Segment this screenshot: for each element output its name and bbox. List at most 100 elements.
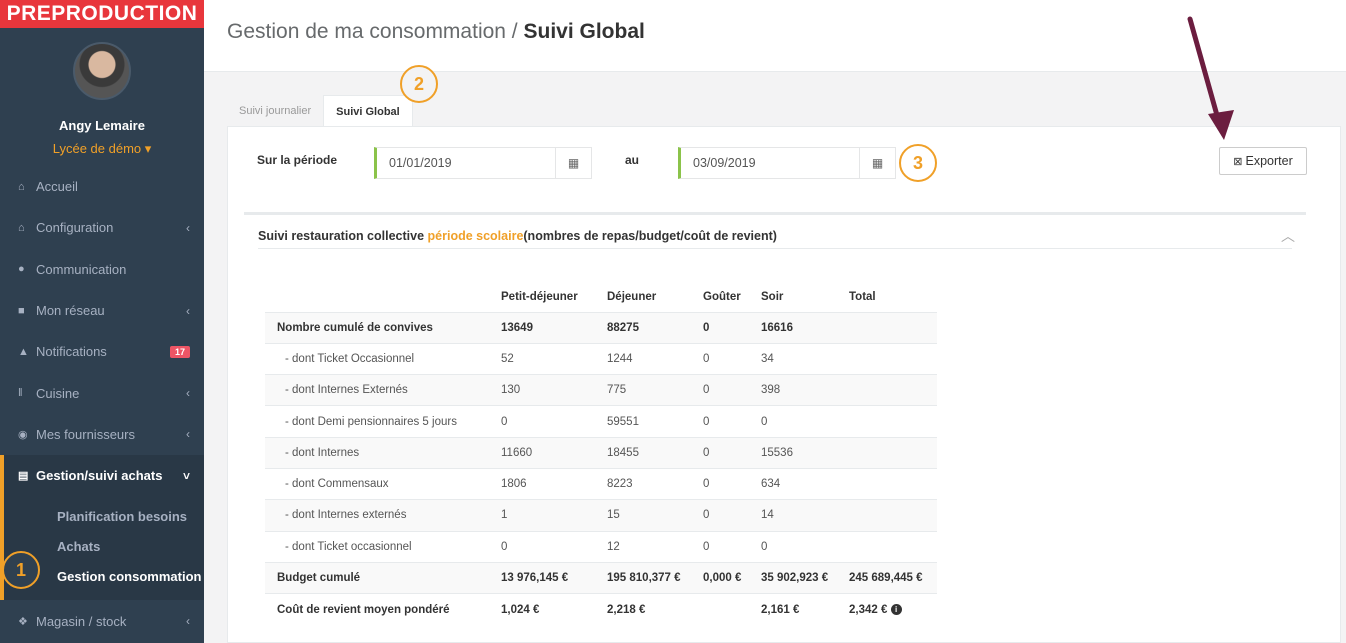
- table-cell: 1: [493, 499, 599, 532]
- table-cell: 2,161 €: [753, 593, 841, 625]
- sidebar-item-communication[interactable]: ● Communication: [0, 249, 204, 290]
- table-cell: 52: [493, 342, 599, 375]
- table-cell: 13649: [493, 311, 599, 344]
- table-cell: 2,342 € i: [841, 593, 937, 625]
- tab-suivi-global[interactable]: Suivi Global: [323, 95, 413, 127]
- table-cell: [841, 499, 937, 532]
- table-cell: 88275: [599, 311, 695, 344]
- table-cell: 2,218 €: [599, 593, 695, 625]
- table-cell: - dont Demi pensionnaires 5 jours: [265, 405, 493, 438]
- table-cell: 0: [695, 342, 753, 375]
- table-cell: 0: [695, 311, 753, 344]
- table-cell: 14: [753, 499, 841, 532]
- table-cell: 12: [599, 530, 695, 563]
- annotation-step-2: 2: [400, 65, 438, 103]
- end-date-value: 03/09/2019: [693, 156, 756, 170]
- chat-icon: ●: [18, 263, 25, 276]
- section-title-part: (nombres de repas/budget/coût de revient…: [523, 229, 777, 243]
- annotation-step-1: 1: [2, 551, 40, 589]
- chevron-left-icon: ‹: [186, 614, 190, 629]
- table-cell: 0: [695, 530, 753, 563]
- submenu-item-planification-besoins[interactable]: Planification besoins: [4, 502, 204, 532]
- table-row: Coût de revient moyen pondéré 1,024 € 2,…: [265, 593, 937, 625]
- section-divider: [244, 212, 1306, 215]
- table-cell: 0: [753, 530, 841, 563]
- tab-suivi-journalier[interactable]: Suivi journalier: [227, 95, 323, 127]
- column-header: Petit-déjeuner: [501, 290, 578, 303]
- cubes-icon: ❖: [18, 615, 28, 628]
- table-cell: Nombre cumulé de convives: [265, 311, 493, 344]
- sidebar-item-accueil[interactable]: ⌂ Accueil: [0, 166, 204, 207]
- table-cell: 15536: [753, 436, 841, 469]
- end-date-field[interactable]: 03/09/2019 ▦: [678, 147, 896, 179]
- sidebar-item-magasin-stock[interactable]: ❖ Magasin / stock ‹: [0, 600, 204, 641]
- sidebar-item-label: Notifications: [36, 344, 107, 360]
- sidebar-item-label: Cuisine: [36, 385, 80, 401]
- section-title-part: Suivi restauration collective: [258, 229, 428, 243]
- sidebar-item-notifications[interactable]: ▲ Notifications 17: [0, 331, 204, 372]
- table-cell: 245 689,445 €: [841, 561, 937, 594]
- sidebar-item-gestion-suivi-achats[interactable]: ▤ Gestion/suivi achats ˅: [0, 455, 204, 497]
- table-cell: 16616: [753, 311, 841, 344]
- export-label: Exporter: [1245, 154, 1293, 168]
- table-row: - dont Internes Externés 130 775 0 398: [265, 374, 937, 406]
- page-title: Gestion de ma consommation / Suivi Globa…: [227, 20, 645, 44]
- table-cell: [841, 467, 937, 500]
- table-row: Nombre cumulé de convives 13649 88275 0 …: [265, 311, 937, 344]
- table-cell: [841, 436, 937, 469]
- bank-icon: ⌂: [18, 221, 25, 234]
- table-cell: - dont Commensaux: [265, 467, 493, 500]
- export-button[interactable]: ⊠ Exporter: [1219, 147, 1307, 175]
- table-cell: 8223: [599, 467, 695, 500]
- user-profile: Angy Lemaire Lycée de démo ▾: [0, 28, 204, 166]
- notification-count-badge: 17: [169, 345, 190, 358]
- page-title-current: Suivi Global: [523, 20, 645, 43]
- section-title-highlight: période scolaire: [427, 229, 524, 243]
- table-cell: 0: [695, 374, 753, 406]
- network-icon: ■: [18, 304, 25, 317]
- chevron-up-icon[interactable]: ︿: [1281, 226, 1295, 246]
- sidebar-item-label: Accueil: [36, 179, 78, 195]
- home-icon: ⌂: [18, 180, 25, 193]
- table-cell: - dont Ticket occasionnel: [265, 530, 493, 563]
- table-cell: 0: [493, 405, 599, 438]
- cutlery-icon: ‖: [18, 387, 23, 400]
- tab-panel: Sur la période 01/01/2019 ▦ au 03/09/201…: [227, 126, 1341, 643]
- sidebar-item-configuration[interactable]: ⌂ Configuration ‹: [0, 207, 204, 248]
- sidebar-item-label: Mon réseau: [36, 303, 105, 319]
- table-cell: 1806: [493, 467, 599, 500]
- table-cell: 775: [599, 374, 695, 406]
- table-cell: [841, 311, 937, 344]
- sidebar-item-mes-fournisseurs[interactable]: ◉ Mes fournisseurs ‹: [0, 414, 204, 455]
- table-cell: [841, 374, 937, 406]
- calendar-icon[interactable]: ▦: [555, 148, 591, 178]
- annotation-step-3: 3: [899, 144, 937, 182]
- sidebar-item-label: Gestion/suivi achats: [36, 468, 163, 484]
- avatar[interactable]: [73, 42, 131, 100]
- handshake-icon: ◉: [18, 428, 28, 441]
- table-cell: - dont Internes Externés: [265, 374, 493, 406]
- table-cell: - dont Internes externés: [265, 499, 493, 532]
- column-header: Goûter: [703, 290, 741, 303]
- table-cell: 130: [493, 374, 599, 406]
- table-cell: 13 976,145 €: [493, 561, 599, 594]
- chevron-left-icon: ‹: [186, 303, 190, 318]
- sidebar-item-label: Communication: [36, 261, 127, 277]
- info-icon[interactable]: i: [890, 604, 902, 616]
- annotation-arrow: [1187, 16, 1234, 140]
- table-cell: 1244: [599, 342, 695, 375]
- table-row: - dont Internes 11660 18455 0 15536: [265, 436, 937, 469]
- start-date-field[interactable]: 01/01/2019 ▦: [374, 147, 592, 179]
- sidebar-item-cuisine[interactable]: ‖ Cuisine ‹: [0, 372, 204, 413]
- bell-icon: ▲: [18, 345, 29, 358]
- environment-banner: PREPRODUCTION: [0, 0, 204, 28]
- table-cell: 0: [695, 467, 753, 500]
- calendar-icon[interactable]: ▦: [859, 148, 895, 178]
- sidebar-item-label: Mes fournisseurs: [36, 426, 135, 442]
- total-value: 2,342 €: [849, 603, 888, 616]
- cart-icon: ▤: [18, 470, 29, 483]
- page-title-breadcrumb: Gestion de ma consommation /: [227, 20, 524, 43]
- school-dropdown[interactable]: Lycée de démo ▾: [0, 141, 204, 157]
- sidebar-item-mon-reseau[interactable]: ■ Mon réseau ‹: [0, 290, 204, 331]
- chevron-left-icon: ‹: [186, 427, 190, 442]
